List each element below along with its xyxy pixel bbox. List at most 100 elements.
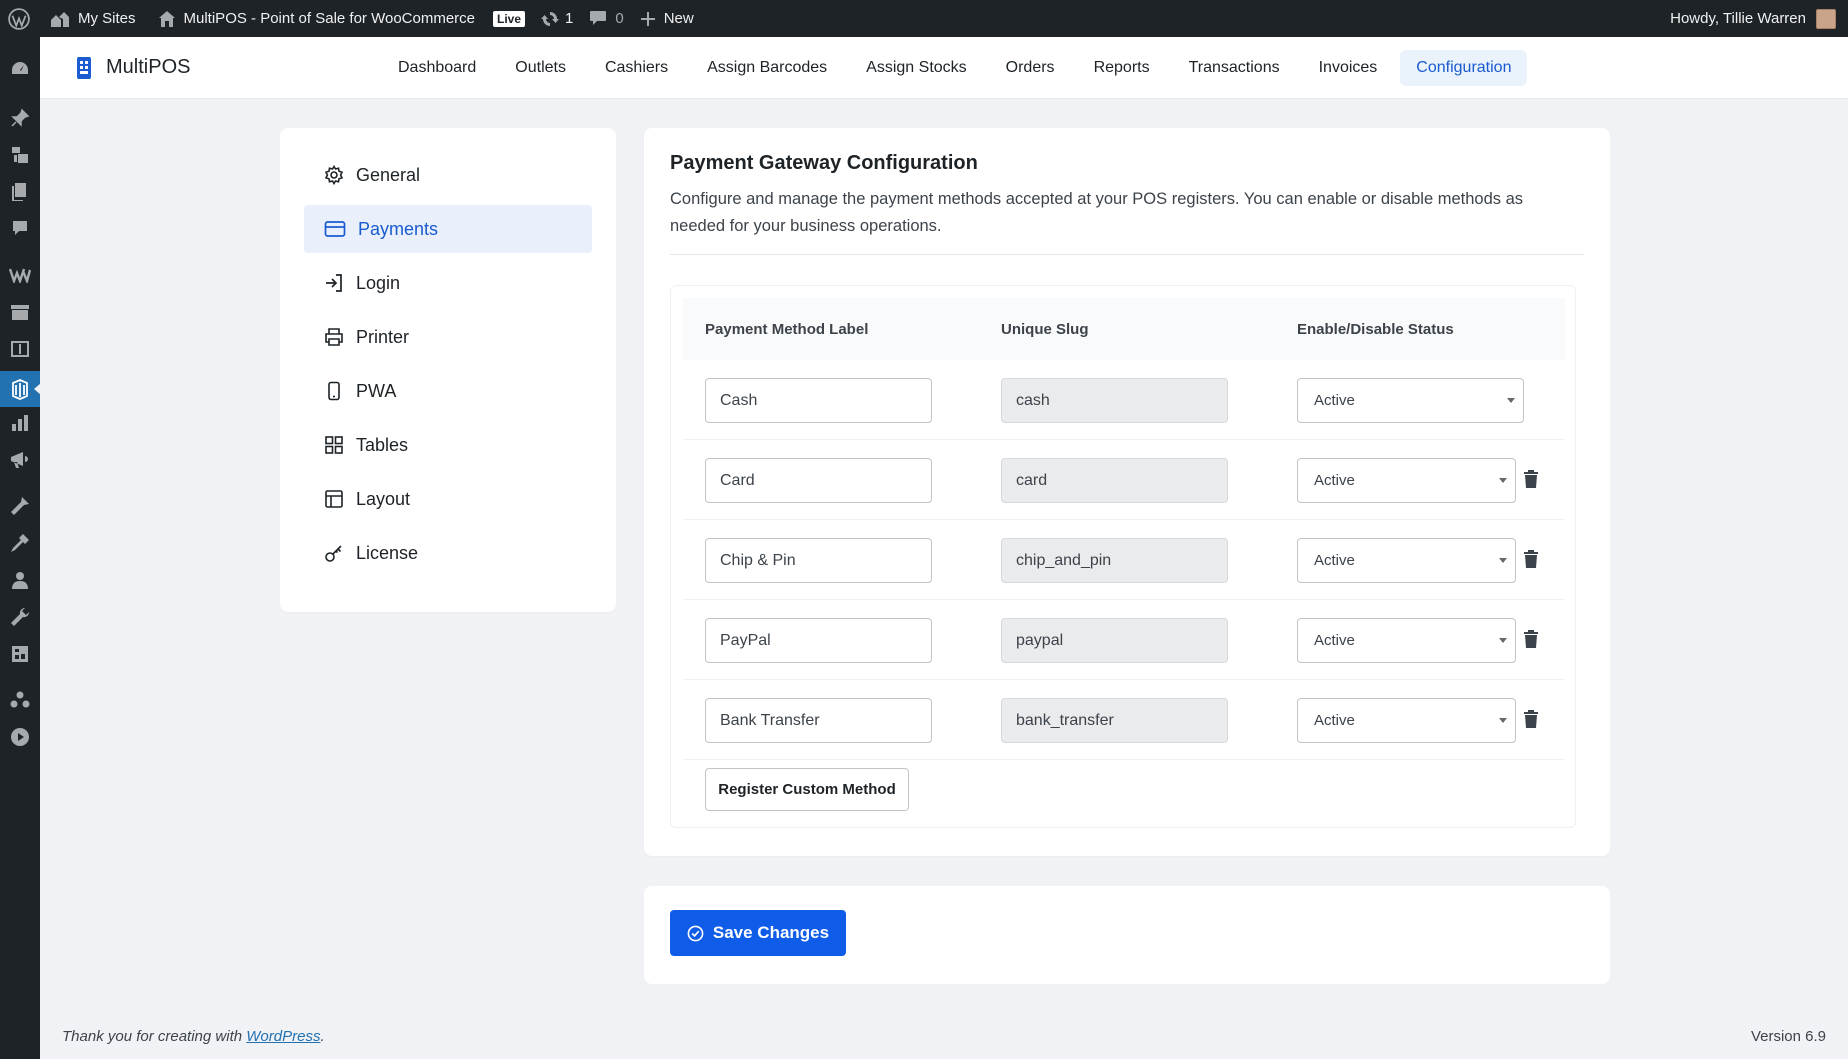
grid-icon (325, 436, 343, 454)
method-slug-input: chip_and_pin (1001, 538, 1228, 583)
method-slug-input: cash (1001, 378, 1228, 423)
settings-nav-license[interactable]: License (304, 529, 592, 577)
nav-configuration[interactable]: Configuration (1400, 49, 1528, 86)
comments-count: 0 (615, 10, 624, 27)
nav-invoices[interactable]: Invoices (1303, 50, 1394, 86)
settings-nav-label: General (356, 164, 421, 185)
media-icon[interactable] (0, 137, 40, 173)
payments-icon[interactable] (0, 331, 40, 367)
settings-nav-general[interactable]: General (304, 151, 592, 199)
settings-nav-payments[interactable]: Payments (304, 205, 592, 253)
nav-dashboard[interactable]: Dashboard (382, 50, 492, 86)
save-changes-label: Save Changes (712, 923, 830, 942)
printer-icon (325, 328, 343, 346)
appearance-icon[interactable] (0, 488, 40, 524)
delete-method-button[interactable] (1524, 550, 1538, 573)
method-label-input[interactable]: Card (705, 458, 932, 503)
woocommerce-icon[interactable] (0, 257, 40, 293)
dashboard-icon[interactable] (0, 51, 40, 87)
chevron-down-icon (1499, 478, 1507, 483)
settings-nav-label: License (356, 542, 419, 563)
method-status-value: Active (1314, 632, 1355, 649)
method-label-input[interactable]: Cash (705, 378, 932, 423)
plugin-top-nav: MultiPOS Dashboard Outlets Cashiers Assi… (40, 37, 1848, 99)
main-nav-links: Dashboard Outlets Cashiers Assign Barcod… (382, 49, 1534, 86)
footer-thanks-text: Thank you for creating with (62, 1028, 247, 1045)
refresh-icon (541, 11, 560, 26)
settings-nav-layout[interactable]: Layout (304, 475, 592, 523)
method-status-value: Active (1314, 712, 1355, 729)
nav-outlets[interactable]: Outlets (499, 50, 582, 86)
save-changes-button[interactable]: Save Changes (670, 910, 846, 956)
settings-nav-pwa[interactable]: PWA (304, 367, 592, 415)
wordpress-link[interactable]: WordPress (246, 1028, 320, 1045)
pin-icon[interactable] (0, 100, 40, 136)
comments-menu[interactable]: 0 (581, 0, 631, 37)
footer-version: Version 6.9 (1750, 1028, 1826, 1045)
brand[interactable]: MultiPOS (74, 56, 374, 80)
pages-icon[interactable] (0, 174, 40, 210)
new-content-menu[interactable]: New (632, 0, 702, 37)
play-icon[interactable] (0, 719, 40, 755)
method-label-input[interactable]: Bank Transfer (705, 698, 932, 743)
footer-thanks-suffix: . (320, 1028, 325, 1045)
my-sites-icon (51, 11, 69, 27)
multipos-icon[interactable] (0, 371, 41, 407)
marketing-icon[interactable] (0, 442, 40, 478)
chevron-down-icon (1499, 558, 1507, 563)
updates-menu[interactable]: 1 (533, 0, 581, 37)
products-icon[interactable] (0, 294, 40, 330)
nav-assign-barcodes[interactable]: Assign Barcodes (691, 50, 843, 86)
multipos-logo-icon (77, 56, 91, 79)
comment-icon (590, 11, 607, 25)
delete-method-button[interactable] (1524, 630, 1538, 653)
settings-nav: General Payments Login Printer PWA Table… (280, 128, 616, 612)
settings-nav-tables[interactable]: Tables (304, 421, 592, 469)
comments-icon[interactable] (0, 211, 40, 247)
settings-icon[interactable] (0, 636, 40, 672)
nav-reports[interactable]: Reports (1078, 50, 1166, 86)
my-sites-label: My Sites (78, 10, 136, 27)
delete-method-button[interactable] (1524, 470, 1538, 493)
method-status-select[interactable]: Active (1297, 378, 1524, 423)
trash-icon (1524, 630, 1538, 648)
nav-orders[interactable]: Orders (990, 50, 1071, 86)
site-name-menu[interactable]: MultiPOS - Point of Sale for WooCommerce… (150, 0, 534, 37)
method-status-select[interactable]: Active (1297, 698, 1516, 743)
check-circle-icon (687, 925, 704, 941)
wordpress-logo-icon[interactable] (0, 0, 42, 37)
avatar (1816, 8, 1836, 29)
users-icon[interactable] (0, 562, 40, 598)
nav-cashiers[interactable]: Cashiers (589, 50, 684, 86)
method-status-select[interactable]: Active (1297, 538, 1516, 583)
analytics-icon[interactable] (0, 405, 40, 441)
register-custom-method-button[interactable]: Register Custom Method (705, 768, 909, 811)
groups-icon[interactable] (0, 682, 40, 718)
trash-icon (1524, 550, 1538, 568)
payment-method-row: Card card Active (683, 440, 1565, 520)
trash-icon (1524, 470, 1538, 488)
nav-assign-stocks[interactable]: Assign Stocks (850, 50, 982, 86)
gear-icon (324, 165, 344, 185)
my-sites-menu[interactable]: My Sites (42, 0, 144, 37)
method-label-input[interactable]: PayPal (705, 618, 932, 663)
nav-transactions[interactable]: Transactions (1173, 50, 1296, 86)
method-status-select[interactable]: Active (1297, 618, 1516, 663)
payment-method-row: Bank Transfer bank_transfer Active (683, 680, 1565, 760)
method-slug-input: bank_transfer (1001, 698, 1228, 743)
plugins-icon[interactable] (0, 525, 40, 561)
settings-nav-printer[interactable]: Printer (304, 313, 592, 361)
home-icon (158, 10, 175, 27)
plus-icon (640, 11, 655, 26)
method-status-select[interactable]: Active (1297, 458, 1516, 503)
footer-thanks: Thank you for creating with WordPress. (62, 1028, 325, 1045)
payment-config-card: Payment Gateway Configuration Configure … (644, 128, 1610, 856)
settings-nav-login[interactable]: Login (304, 259, 592, 307)
tools-icon[interactable] (0, 599, 40, 635)
method-label-input[interactable]: Chip & Pin (705, 538, 932, 583)
account-menu[interactable]: Howdy, Tillie Warren (1670, 8, 1848, 29)
live-badge: Live (493, 10, 526, 27)
delete-method-button[interactable] (1524, 710, 1538, 733)
settings-nav-label: Printer (356, 326, 410, 347)
new-label: New (663, 10, 694, 27)
